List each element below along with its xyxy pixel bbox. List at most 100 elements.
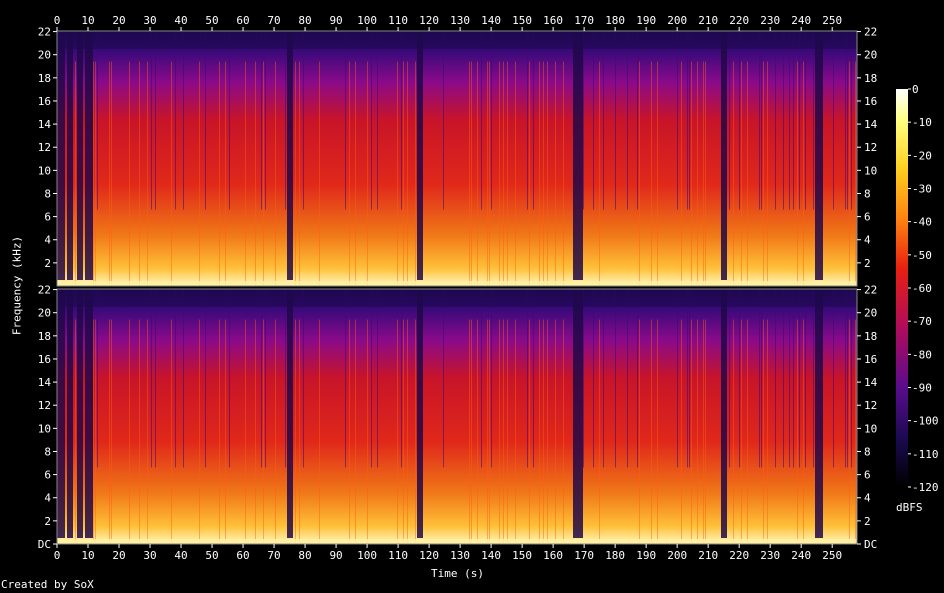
x-tick-label-top: 150: [512, 14, 532, 27]
colorbar-tick-label: -110: [912, 448, 939, 461]
y-tick-label: DC: [38, 538, 51, 551]
colorbar-tick-label: -70: [912, 315, 932, 328]
y-tick-label-right: 10: [864, 422, 877, 435]
y-tick-label-right: 22: [864, 284, 877, 297]
x-tick-label-top: 160: [543, 14, 563, 27]
y-tick-label-right: 20: [864, 49, 877, 62]
x-tick-label-top: 130: [450, 14, 470, 27]
y-tick-label: 22: [38, 26, 51, 39]
colorbar-tick-label: -50: [912, 249, 932, 262]
x-tick-label-top: 220: [729, 14, 749, 27]
x-tick-label-bottom: 210: [698, 549, 718, 562]
channel-panel-2: [56, 288, 858, 545]
x-tick-label-bottom: 180: [605, 549, 625, 562]
y-tick-label-right: 12: [864, 399, 877, 412]
credit-text: Created by SoX: [1, 578, 94, 591]
y-tick-label: 2: [44, 515, 51, 528]
colorbar-tick-label: -20: [912, 149, 932, 162]
colorbar-tick-label: -40: [912, 216, 932, 229]
y-tick-label-right: 12: [864, 141, 877, 154]
x-tick-label-top: 210: [698, 14, 718, 27]
x-tick-label-top: 190: [636, 14, 656, 27]
colorbar-tick-label: -30: [912, 183, 932, 196]
y-tick-label: 2: [44, 257, 51, 270]
x-tick-label-top: 120: [419, 14, 439, 27]
y-tick-label: 20: [38, 49, 51, 62]
x-tick-label-bottom: 250: [822, 549, 842, 562]
y-tick-label-right: 16: [864, 95, 877, 108]
x-tick-label-top: 230: [760, 14, 780, 27]
x-tick-label-top: 10: [81, 14, 94, 27]
y-tick-label: 10: [38, 164, 51, 177]
x-tick-label-bottom: 160: [543, 549, 563, 562]
x-tick-label-bottom: 100: [357, 549, 377, 562]
colorbar-tick-label: -100: [912, 415, 939, 428]
colorbar-tick-label: -10: [912, 116, 932, 129]
x-tick-label-bottom: 10: [81, 549, 94, 562]
y-tick-label-right: 8: [864, 187, 871, 200]
y-tick-label: 16: [38, 353, 51, 366]
x-tick-label-top: 110: [388, 14, 408, 27]
spectrogram-panel-2: [57, 289, 857, 544]
y-tick-label-right: 2: [864, 257, 871, 270]
x-tick-label-top: 140: [481, 14, 501, 27]
x-tick-label-bottom: 20: [112, 549, 125, 562]
x-tick-label-bottom: 230: [760, 549, 780, 562]
x-tick-label-bottom: 170: [574, 549, 594, 562]
x-tick-label-bottom: 110: [388, 549, 408, 562]
y-tick-label: 16: [38, 95, 51, 108]
colorbar-tick-label: 0: [912, 83, 919, 96]
x-tick-label-top: 170: [574, 14, 594, 27]
y-tick-label: 20: [38, 307, 51, 320]
y-tick-label: 8: [44, 445, 51, 458]
y-tick-label-right: 10: [864, 164, 877, 177]
colorbar-tick-label: -60: [912, 282, 932, 295]
y-tick-label: 10: [38, 422, 51, 435]
x-tick-label-bottom: 40: [174, 549, 187, 562]
y-axis-label: Frequency (kHz): [10, 235, 24, 336]
x-tick-label-top: 40: [174, 14, 187, 27]
x-tick-label-top: 30: [143, 14, 156, 27]
x-tick-label-top: 250: [822, 14, 842, 27]
colorbar-tick-label: -80: [912, 348, 932, 361]
x-tick-label-bottom: 200: [667, 549, 687, 562]
y-tick-label-right: 16: [864, 353, 877, 366]
x-tick-label-bottom: 140: [481, 549, 501, 562]
y-tick-label: 14: [38, 118, 52, 131]
colorbar-tick-label: -90: [912, 382, 932, 395]
colorbar-label: dBFS: [896, 501, 923, 514]
y-tick-label: 4: [44, 234, 51, 247]
y-tick-label: 12: [38, 141, 51, 154]
colorbar-tick-label: -120: [912, 481, 939, 494]
x-tick-label-bottom: 150: [512, 549, 532, 562]
y-tick-label-right: 22: [864, 26, 877, 39]
y-tick-label-right: 18: [864, 72, 877, 85]
y-tick-label-right: 2: [864, 515, 871, 528]
x-tick-label-top: 80: [298, 14, 311, 27]
x-tick-label-bottom: 80: [298, 549, 311, 562]
x-tick-label-top: 0: [54, 14, 61, 27]
x-tick-label-bottom: 30: [143, 549, 156, 562]
y-tick-label: 8: [44, 187, 51, 200]
y-tick-label: 6: [44, 211, 51, 224]
x-tick-label-bottom: 60: [236, 549, 249, 562]
x-tick-label-bottom: 130: [450, 549, 470, 562]
x-tick-label-top: 200: [667, 14, 687, 27]
y-tick-label: 4: [44, 492, 51, 505]
y-tick-label-right: 4: [864, 234, 871, 247]
spectrogram-chart: 22 2220 2018 1816 1614 1412 1210 108 86 64 42 222 22…: [38, 14, 939, 562]
x-axis-label: Time (s): [431, 567, 484, 580]
spectrogram-panel-1: [57, 31, 857, 286]
x-tick-label-bottom: 0: [54, 549, 61, 562]
x-tick-label-top: 50: [205, 14, 218, 27]
spectrogram-figure: 22 22 20 20 18 18 16 16 14 14 12 12 10 10 8 8 6 6 4 4 2 2 22 22…: [0, 0, 944, 593]
x-tick-label-top: 70: [267, 14, 280, 27]
y-tick-label: 14: [38, 376, 52, 389]
x-tick-label-bottom: 120: [419, 549, 439, 562]
y-tick-label-right: 14: [864, 376, 878, 389]
x-tick-label-bottom: 240: [791, 549, 811, 562]
y-tick-label-right: 18: [864, 330, 877, 343]
y-tick-label-right: DC: [864, 538, 877, 551]
x-tick-label-top: 60: [236, 14, 249, 27]
x-tick-label-bottom: 70: [267, 549, 280, 562]
